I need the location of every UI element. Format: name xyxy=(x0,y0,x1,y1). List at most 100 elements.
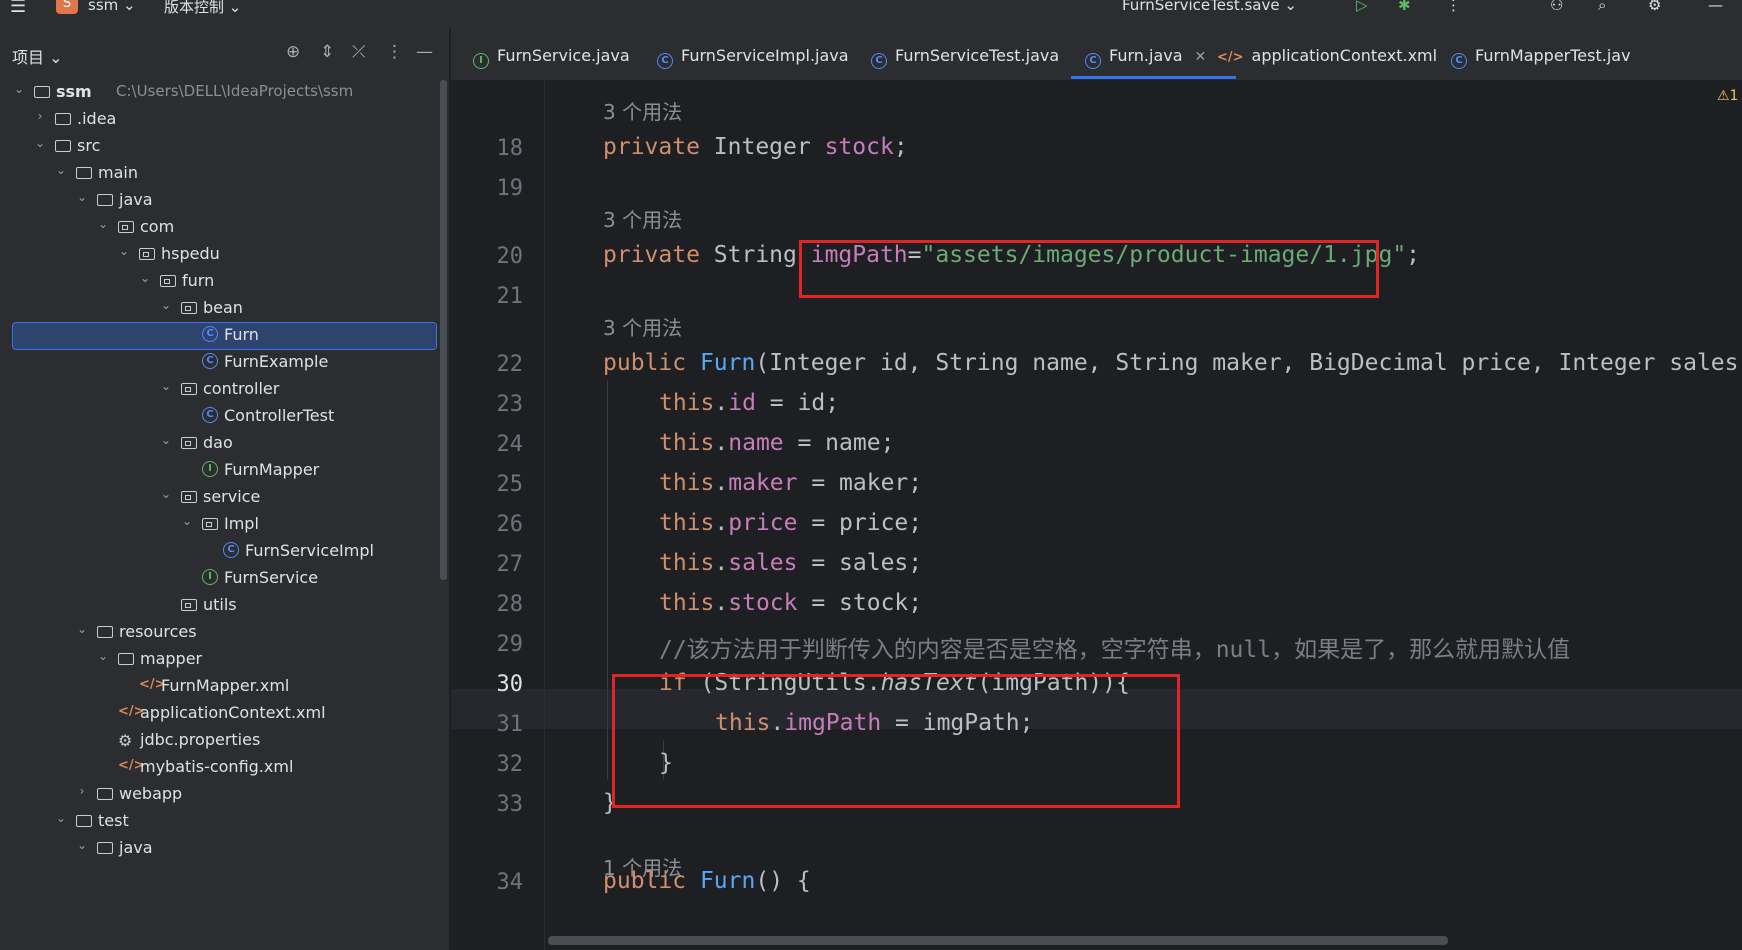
chevron-down-icon[interactable]: ⌄ xyxy=(54,163,68,177)
warning-indicator[interactable]: ⚠1 xyxy=(1717,88,1738,104)
options-icon[interactable]: ⋮ xyxy=(386,42,403,62)
tree-item[interactable]: ⌄ java xyxy=(0,834,440,862)
code-editor[interactable]: ⚠1 3 个用法 3 个用法 3 个用法 1 个用法 18 19 20 21 2… xyxy=(451,80,1742,950)
folder-icon xyxy=(55,110,71,125)
code-line[interactable]: this.name = name; xyxy=(659,430,894,456)
debug-icon[interactable]: ✱ xyxy=(1398,0,1411,14)
chevron-down-icon[interactable]: ⌄ xyxy=(33,136,47,150)
editor-tab[interactable]: C FurnServiceTest.java xyxy=(871,46,1059,69)
tree-item[interactable]: ⌄ dao xyxy=(0,429,440,457)
tree-item[interactable]: I FurnMapper xyxy=(0,456,440,484)
code-line[interactable]: private Integer stock; xyxy=(603,134,908,160)
chevron-down-icon[interactable]: ⌄ xyxy=(180,514,194,528)
tree-item[interactable]: C FurnExample xyxy=(0,348,440,376)
more-actions-icon[interactable]: ⋮ xyxy=(1446,0,1461,14)
hide-panel-icon[interactable]: — xyxy=(416,42,433,62)
collapse-all-icon[interactable]: ⤫ xyxy=(352,42,366,62)
project-selector[interactable]: ssm ⌄ xyxy=(88,0,136,14)
editor-tab[interactable]: C FurnMapperTest.jav xyxy=(1451,46,1631,69)
tree-item[interactable]: </> FurnMapper.xml xyxy=(0,672,440,700)
tree-item[interactable]: ⌄ controller xyxy=(0,375,440,403)
usage-hint[interactable]: 3 个用法 xyxy=(603,312,682,341)
chevron-down-icon[interactable]: ⌄ xyxy=(159,379,173,393)
usage-hint[interactable]: 3 个用法 xyxy=(603,96,682,125)
tree-item[interactable]: › .idea xyxy=(0,105,440,133)
tree-item[interactable]: ⌄ resources xyxy=(0,618,440,646)
code-line[interactable]: public Furn(Integer id, String name, Str… xyxy=(603,350,1739,376)
vcs-selector[interactable]: 版本控制 ⌄ xyxy=(164,0,241,17)
code-line[interactable]: //该方法用于判断传入的内容是否是空格，空字符串，null，如果是了，那么就用默… xyxy=(659,630,1570,664)
expand-collapse-icon[interactable]: ⇕ xyxy=(320,42,334,62)
tree-item-label: FurnMapper.xml xyxy=(161,676,290,695)
editor-tab[interactable]: I FurnService.java xyxy=(473,46,630,69)
tree-item[interactable]: ⌄ main xyxy=(0,159,440,187)
minimize-icon[interactable]: — xyxy=(1708,0,1723,14)
tree-item[interactable]: C ControllerTest xyxy=(0,402,440,430)
tree-item[interactable]: ⌄ com xyxy=(0,213,440,241)
tree-item[interactable]: </> applicationContext.xml xyxy=(0,699,440,727)
tree-item[interactable]: C FurnServiceImpl xyxy=(0,537,440,565)
sidebar-scrollbar[interactable] xyxy=(440,80,447,580)
code-line[interactable]: public Furn() { xyxy=(603,868,811,894)
code-line[interactable]: this.stock = stock; xyxy=(659,590,922,616)
chevron-right-icon[interactable]: › xyxy=(33,109,47,123)
editor-tab[interactable]: C FurnServiceImpl.java xyxy=(657,46,849,69)
chevron-down-icon[interactable]: ⌄ xyxy=(75,838,89,852)
tree-item[interactable]: I FurnService xyxy=(0,564,440,592)
run-config-selector[interactable]: FurnServiceTest.save ⌄ xyxy=(1122,0,1297,14)
tree-item[interactable]: › webapp xyxy=(0,780,440,808)
editor-tab[interactable]: </> applicationContext.xml xyxy=(1217,46,1437,65)
chevron-down-icon[interactable]: ⌄ xyxy=(159,433,173,447)
tree-item[interactable]: ⌄ java xyxy=(0,186,440,214)
tree-item[interactable]: C Furn xyxy=(0,321,440,350)
chevron-down-icon[interactable]: ⌄ xyxy=(117,244,131,258)
tree-item-label: webapp xyxy=(119,784,183,803)
chevron-down-icon[interactable]: ⌄ xyxy=(96,217,110,231)
line-number: 29 xyxy=(496,632,524,657)
chevron-down-icon[interactable]: ⌄ xyxy=(96,649,110,663)
chevron-down-icon[interactable]: ⌄ xyxy=(75,190,89,204)
main-menu-icon[interactable]: ☰ xyxy=(10,0,26,17)
run-icon[interactable]: ▷ xyxy=(1356,0,1368,14)
code-line[interactable]: this.sales = sales; xyxy=(659,550,922,576)
chevron-down-icon[interactable]: ⌄ xyxy=(75,622,89,636)
settings-icon[interactable]: ⚙ xyxy=(1648,0,1661,14)
tree-item[interactable]: </> mybatis-config.xml xyxy=(0,753,440,781)
tree-item[interactable]: ⌄ bean xyxy=(0,294,440,322)
tree-item[interactable]: ⌄ mapper xyxy=(0,645,440,673)
tree-item[interactable]: ⌄ ssm C:\Users\DELL\IdeaProjects\ssm xyxy=(0,78,440,106)
code-line[interactable]: this.price = price; xyxy=(659,510,922,536)
package-icon xyxy=(202,515,218,530)
add-user-icon[interactable]: ⚇ xyxy=(1550,0,1563,14)
editor-tab[interactable]: C Furn.java ✕ xyxy=(1070,46,1237,79)
tree-item[interactable]: ⌄ src xyxy=(0,132,440,160)
project-view-selector[interactable]: 项目 ⌄ xyxy=(12,44,63,68)
highlight-box-hastext-check xyxy=(612,674,1180,808)
search-icon[interactable]: ⌕ xyxy=(1598,0,1606,14)
chevron-down-icon[interactable]: ⌄ xyxy=(159,487,173,501)
locate-file-icon[interactable]: ⊕ xyxy=(286,42,300,62)
tree-item[interactable]: ⌄ service xyxy=(0,483,440,511)
tree-item[interactable]: ⌄ furn xyxy=(0,267,440,295)
project-badge[interactable]: S xyxy=(56,0,78,14)
chevron-down-icon[interactable]: ⌄ xyxy=(54,811,68,825)
tree-item[interactable]: ⌄ Impl xyxy=(0,510,440,538)
code-line[interactable]: this.id = id; xyxy=(659,390,839,416)
tree-item[interactable]: ⌄ hspedu xyxy=(0,240,440,268)
tree-item-label: FurnServiceImpl xyxy=(245,541,374,560)
line-number: 26 xyxy=(496,512,524,537)
tree-item[interactable]: utils xyxy=(0,591,440,619)
usage-hint[interactable]: 3 个用法 xyxy=(603,204,682,233)
chevron-down-icon[interactable]: ⌄ xyxy=(12,82,26,96)
code-line[interactable]: this.maker = maker; xyxy=(659,470,922,496)
package-icon xyxy=(181,434,197,449)
chevron-down-icon[interactable]: ⌄ xyxy=(159,298,173,312)
chevron-right-icon[interactable]: › xyxy=(75,784,89,798)
close-tab-icon[interactable]: ✕ xyxy=(1195,49,1207,65)
chevron-down-icon: ⌄ xyxy=(1284,0,1297,14)
chevron-down-icon[interactable]: ⌄ xyxy=(138,271,152,285)
horizontal-scrollbar[interactable] xyxy=(548,936,1448,945)
tree-item[interactable]: ⌄ test xyxy=(0,807,440,835)
tree-item-label: .idea xyxy=(77,109,117,128)
tree-item[interactable]: ⚙ jdbc.properties xyxy=(0,726,440,754)
